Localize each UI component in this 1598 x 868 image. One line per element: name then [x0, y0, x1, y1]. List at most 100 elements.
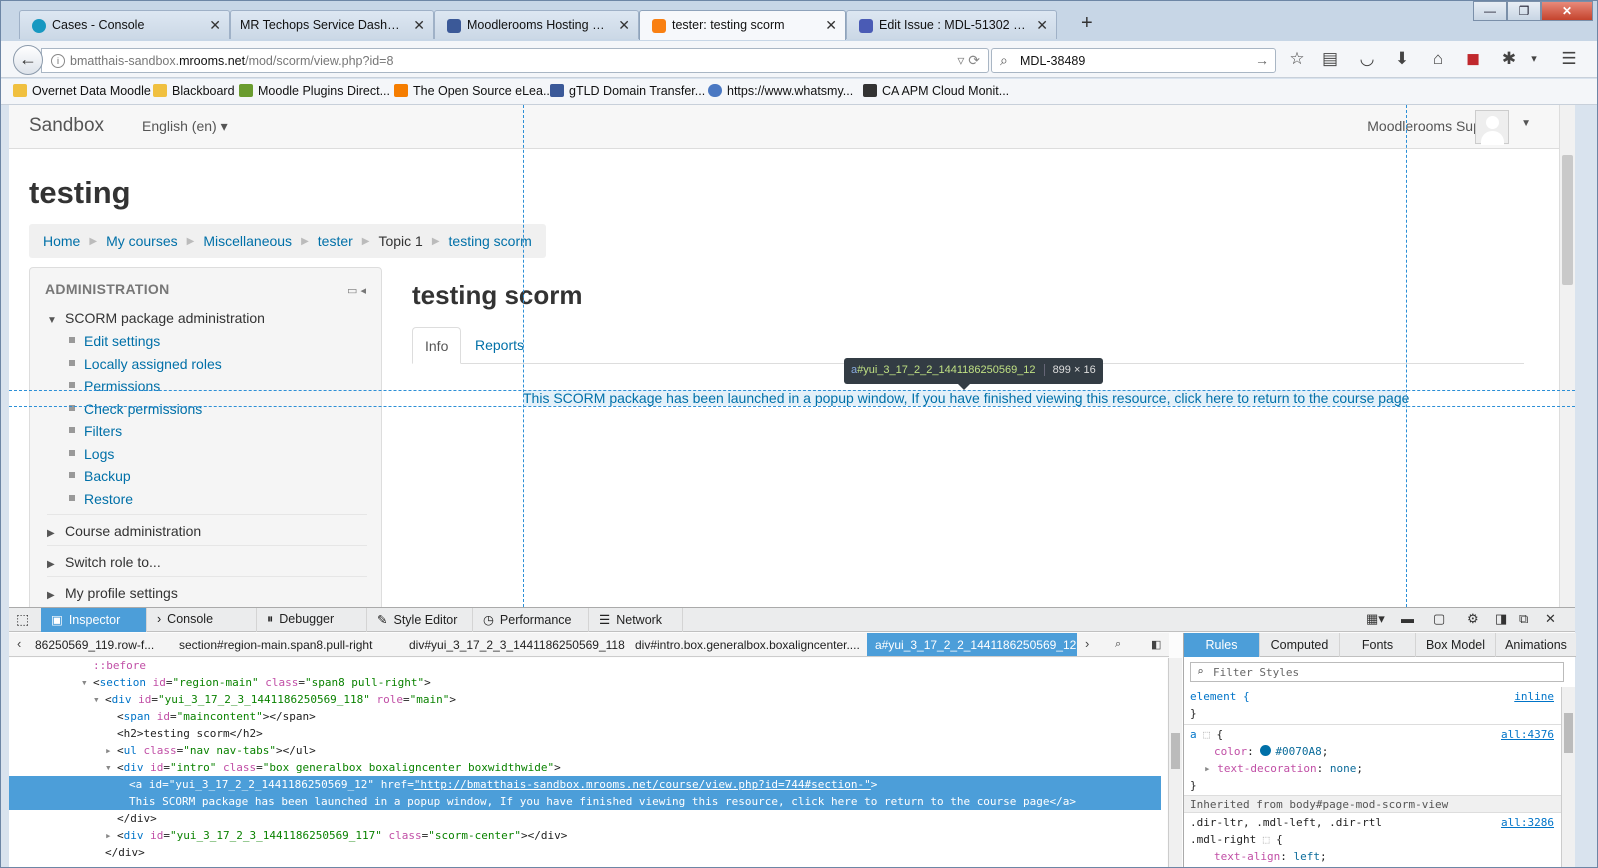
markup-node[interactable]: </div>: [9, 810, 1161, 827]
site-name-link[interactable]: Sandbox: [29, 115, 104, 137]
markup-node[interactable]: ▾ <div id="intro" class="box generalbox b…: [9, 759, 1161, 776]
markup-node[interactable]: ::before: [9, 658, 1161, 674]
markup-crumb[interactable]: div#yui_3_17_2_3_1441186250569_118: [401, 633, 633, 656]
reading-list-icon[interactable]: ▤: [1319, 49, 1341, 69]
addon-icon[interactable]: ◼: [1462, 49, 1484, 69]
responsive-mode-icon[interactable]: ▬: [1401, 611, 1414, 626]
tab-moodlerooms-hosting[interactable]: Moodlerooms Hosting Ma... ✕: [434, 10, 639, 39]
tab-reports[interactable]: Reports: [463, 327, 536, 364]
breadcrumb-tester[interactable]: tester: [318, 233, 353, 249]
profile-settings-node[interactable]: ▶ My profile settings: [47, 585, 178, 601]
user-menu-arrow-icon[interactable]: ▼: [1521, 118, 1531, 129]
language-menu[interactable]: English (en) ▾: [142, 118, 228, 135]
tab-network[interactable]: ☰ Network: [589, 608, 683, 632]
tab-performance[interactable]: ◷ Performance: [473, 608, 589, 632]
avatar[interactable]: [1475, 110, 1509, 145]
bookmark-item[interactable]: The Open Source eLea...: [394, 84, 553, 98]
maximize-button[interactable]: ❐: [1507, 1, 1541, 21]
rule-declaration[interactable]: ▸ text-decoration: none;: [1204, 762, 1363, 775]
admin-item-restore[interactable]: Restore: [69, 491, 133, 507]
crumbs-right-icon[interactable]: ›: [1085, 636, 1089, 651]
markup-search-icon[interactable]: ⌕: [1115, 638, 1121, 651]
tab-inspector[interactable]: ▣ Inspector: [41, 608, 147, 632]
admin-item-permissions[interactable]: Permissions: [69, 378, 160, 394]
tab-edit-issue[interactable]: Edit Issue : MDL-51302 - M... ✕: [846, 10, 1057, 39]
downloads-icon[interactable]: ⬇: [1391, 49, 1413, 69]
dock-side-icon[interactable]: ◨: [1495, 611, 1507, 627]
admin-item-logs[interactable]: Logs: [69, 446, 114, 462]
rule-selector[interactable]: .mdl-right ⬚ {: [1190, 833, 1283, 846]
overflow-chevron-icon[interactable]: ▾: [1523, 52, 1545, 65]
new-tab-button[interactable]: +: [1081, 13, 1093, 33]
breadcrumb-testing-scorm[interactable]: testing scorm: [449, 233, 532, 249]
tab-animations[interactable]: Animations: [1496, 633, 1576, 657]
search-input[interactable]: MDL-38489: [1020, 54, 1085, 68]
tab-box-model[interactable]: Box Model: [1416, 633, 1496, 657]
tab-style-editor[interactable]: ✎ Style Editor: [367, 608, 473, 632]
close-tab-icon[interactable]: ✕: [618, 17, 630, 34]
bookmark-item[interactable]: Overnet Data Moodle: [13, 84, 151, 98]
course-page-return-link[interactable]: This SCORM package has been launched in …: [523, 390, 1409, 406]
search-bar[interactable]: ⌕ MDL-38489 →: [991, 48, 1276, 73]
url-bar[interactable]: i bmatthais-sandbox.mrooms.net/mod/scorm…: [41, 48, 989, 73]
breadcrumb-home[interactable]: Home: [43, 233, 80, 249]
bookmark-item[interactable]: CA APM Cloud Monit...: [863, 84, 1009, 98]
close-devtools-icon[interactable]: ✕: [1545, 611, 1556, 627]
color-swatch-icon[interactable]: [1260, 745, 1272, 756]
toggle-sidebar-icon[interactable]: ◧: [1151, 638, 1161, 651]
back-button[interactable]: ←: [13, 45, 43, 75]
close-window-button[interactable]: ✕: [1541, 1, 1593, 21]
rule-selector[interactable]: element {: [1190, 690, 1250, 703]
bookmark-item[interactable]: Blackboard: [153, 84, 235, 98]
tab-fonts[interactable]: Fonts: [1340, 633, 1416, 657]
tab-info[interactable]: Info: [412, 327, 462, 364]
tab-testing-scorm[interactable]: tester: testing scorm ✕: [639, 10, 846, 40]
search-go-icon[interactable]: →: [1255, 52, 1269, 68]
frame-selector-icon[interactable]: ▦▾: [1366, 611, 1385, 627]
page-scrollbar[interactable]: [1559, 105, 1575, 607]
rule-source-link[interactable]: inline: [1514, 690, 1554, 703]
tab-debugger[interactable]: ⏸ Debugger: [257, 608, 367, 632]
bookmark-item[interactable]: https://www.whatsmy...: [708, 84, 853, 98]
markup-scrollbar[interactable]: [1168, 658, 1182, 867]
extension-icon[interactable]: ✱: [1498, 49, 1520, 69]
block-controls-icon[interactable]: ▭ ◂: [347, 284, 366, 297]
markup-node-selected[interactable]: <a id="yui_3_17_2_2_1441186250569_12" hr…: [9, 776, 1161, 793]
markup-node[interactable]: <h2>testing scorm</h2>: [9, 725, 1161, 742]
tab-cases-console[interactable]: Cases - Console ✕: [19, 10, 230, 39]
markup-crumb-active[interactable]: a#yui_3_17_2_2_1441186250569_12: [867, 633, 1077, 656]
tab-console[interactable]: › Console: [147, 608, 257, 632]
scorm-admin-node[interactable]: ▼ SCORM package administration: [47, 310, 265, 326]
switch-role-node[interactable]: ▶ Switch role to...: [47, 554, 161, 570]
markup-node[interactable]: ▸ <div id="yui_3_17_2_3_1441186250569_117…: [9, 827, 1161, 844]
breadcrumb-miscellaneous[interactable]: Miscellaneous: [203, 233, 292, 249]
rule-declaration[interactable]: text-align: left;: [1214, 850, 1327, 863]
markup-node[interactable]: ▸ <ul class="nav nav-tabs"></ul>: [9, 742, 1161, 759]
admin-item-edit-settings[interactable]: Edit settings: [69, 333, 160, 349]
tab-computed[interactable]: Computed: [1260, 633, 1340, 657]
markup-node[interactable]: ▾ <div id="yui_3_17_2_3_1441186250569_118…: [9, 691, 1161, 708]
rule-selector[interactable]: a ⬚ {: [1190, 728, 1223, 741]
admin-item-filters[interactable]: Filters: [69, 423, 122, 439]
site-identity-icon[interactable]: i: [51, 54, 65, 68]
rules-scrollbar[interactable]: [1561, 687, 1575, 867]
bookmark-item[interactable]: Moodle Plugins Direct...: [239, 84, 390, 98]
filter-styles-input[interactable]: ⌕ Filter Styles: [1190, 662, 1564, 682]
course-administration-node[interactable]: ▶ Course administration: [47, 523, 201, 539]
rule-selector[interactable]: .dir-ltr, .mdl-left, .dir-rtl: [1190, 816, 1382, 829]
settings-gear-icon[interactable]: ⚙: [1467, 611, 1479, 627]
home-icon[interactable]: ⌂: [1427, 49, 1449, 69]
element-picker-icon[interactable]: ⬚: [16, 611, 29, 628]
undock-icon[interactable]: ⧉: [1519, 611, 1528, 627]
markup-node-selected-text[interactable]: This SCORM package has been launched in …: [9, 793, 1161, 810]
close-tab-icon[interactable]: ✕: [825, 17, 837, 34]
rule-declaration[interactable]: color: #0070A8;: [1214, 745, 1328, 758]
url-text[interactable]: bmatthais-sandbox.mrooms.net/mod/scorm/v…: [70, 54, 393, 68]
close-tab-icon[interactable]: ✕: [1036, 17, 1048, 34]
minimize-button[interactable]: —: [1473, 1, 1507, 21]
markup-crumb[interactable]: div#intro.box.generalbox.boxaligncenter.…: [627, 633, 868, 656]
close-tab-icon[interactable]: ✕: [413, 17, 425, 34]
reload-icon[interactable]: ▿ ⟳: [957, 52, 980, 69]
bookmark-item[interactable]: gTLD Domain Transfer...: [550, 84, 705, 98]
rule-source-link[interactable]: all:4376: [1501, 728, 1554, 741]
